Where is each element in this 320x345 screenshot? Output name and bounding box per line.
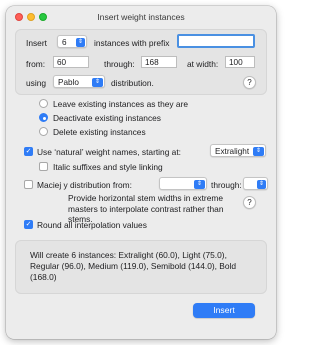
- natural-names-label: Use ‘natural’ weight names, starting at:: [37, 147, 181, 157]
- insert-button[interactable]: Insert: [193, 303, 255, 318]
- width-label: at width:: [187, 59, 219, 69]
- maciej-distribution-label: Maciej y distribution from:: [37, 180, 132, 190]
- maciej-through-select[interactable]: ⇕: [243, 177, 268, 190]
- radio-deactivate-existing-label: Deactivate existing instances: [53, 113, 161, 123]
- insert-weight-instances-dialog: Insert weight instances Insert 6 ⇕ insta…: [6, 6, 276, 339]
- round-values-label: Round all interpolation values: [37, 220, 147, 230]
- through-weight-input[interactable]: 168: [141, 56, 177, 68]
- natural-names-start-select[interactable]: Extralight ⇕: [210, 144, 266, 157]
- distribution-value: Pablo: [58, 78, 79, 87]
- chevron-updown-icon: ⇕: [76, 37, 85, 47]
- radio-deactivate-existing[interactable]: [39, 113, 48, 122]
- chevron-updown-icon: ⇕: [194, 179, 205, 189]
- titlebar: Insert weight instances: [6, 6, 276, 28]
- instance-count-value: 6: [62, 38, 67, 47]
- natural-names-start-value: Extralight: [215, 147, 250, 156]
- radio-delete-existing[interactable]: [39, 127, 48, 136]
- distribution-select[interactable]: Pablo ⇕: [53, 75, 105, 88]
- radio-leave-existing-label: Leave existing instances as they are: [53, 99, 189, 109]
- italic-suffixes-checkbox[interactable]: [39, 162, 48, 171]
- from-weight-input[interactable]: 60: [53, 56, 89, 68]
- prefix-input[interactable]: [177, 34, 255, 48]
- radio-leave-existing[interactable]: [39, 99, 48, 108]
- instance-count-select[interactable]: 6 ⇕: [57, 35, 87, 48]
- maciej-from-select[interactable]: ⇕: [159, 177, 207, 190]
- help-button-distribution[interactable]: ?: [243, 76, 256, 89]
- chevron-updown-icon: ⇕: [92, 77, 103, 87]
- round-values-checkbox[interactable]: ✓: [24, 220, 33, 229]
- using-label: using: [26, 78, 47, 88]
- maciej-distribution-checkbox[interactable]: [24, 180, 33, 189]
- maciej-through-label: through:: [211, 180, 242, 190]
- width-input[interactable]: 100: [225, 56, 255, 68]
- chevron-updown-icon: ⇕: [253, 146, 264, 156]
- distribution-suffix-label: distribution.: [111, 78, 154, 88]
- insert-label: Insert: [26, 38, 47, 48]
- through-label: through:: [104, 59, 135, 69]
- chevron-updown-icon: ⇕: [257, 179, 266, 189]
- from-label: from:: [26, 59, 46, 69]
- help-button-maciej[interactable]: ?: [243, 196, 256, 209]
- summary-text: Will create 6 instances: Extralight (60.…: [30, 250, 237, 282]
- radio-delete-existing-label: Delete existing instances: [53, 127, 146, 137]
- window-title: Insert weight instances: [97, 12, 185, 22]
- italic-suffixes-label: Italic suffixes and style linking: [53, 162, 163, 172]
- prefix-label: instances with prefix: [94, 38, 170, 48]
- natural-names-checkbox[interactable]: ✓: [24, 147, 33, 156]
